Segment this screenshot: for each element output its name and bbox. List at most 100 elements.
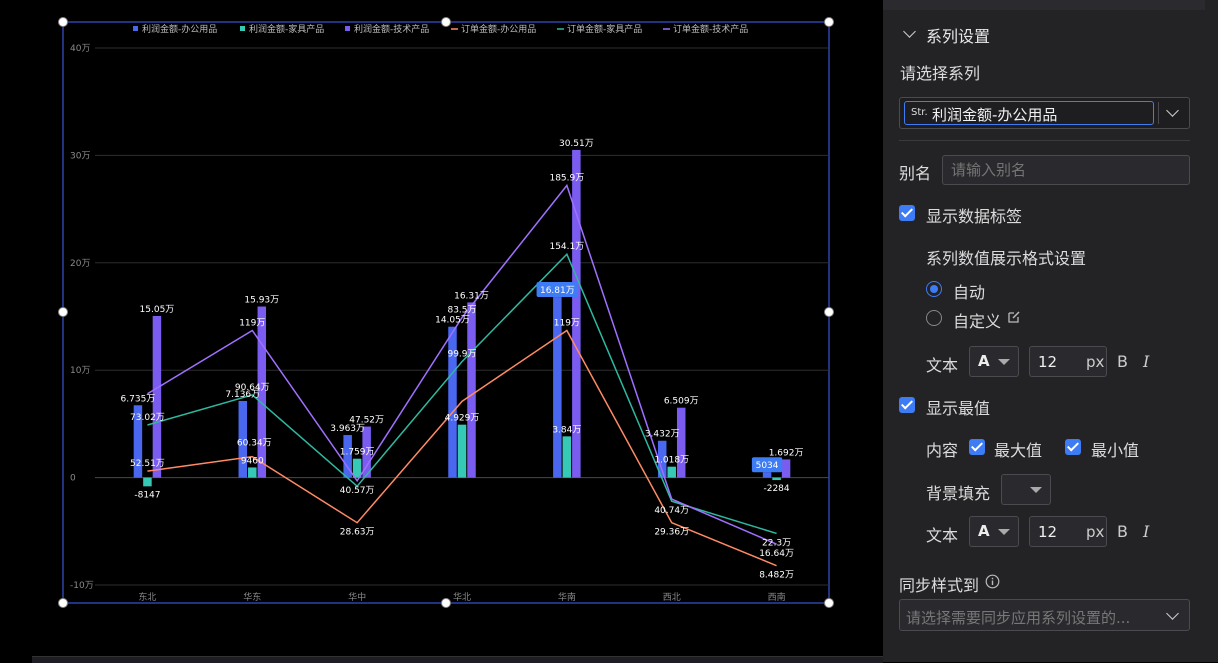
data-label: -8147 [134,490,160,500]
px-unit-2: px [1086,523,1105,541]
show-extreme-checkbox[interactable] [899,397,915,413]
y-tick-label: 30万 [70,151,90,161]
y-tick-label: -10万 [70,581,94,591]
bar [667,466,676,478]
auto-radio[interactable] [926,281,942,297]
bold-button-2[interactable]: B [1117,522,1128,541]
selection-frame [62,21,830,604]
data-label: 1.759万 [340,448,375,458]
data-label: 1.692万 [769,448,804,458]
x-tick-label: 东北 [138,591,156,603]
data-label: 22.3万 [762,538,791,548]
x-tick-label: 华南 [558,591,576,603]
y-tick-label: 10万 [70,366,90,376]
bar [762,472,772,478]
data-label: 119万 [239,318,265,328]
bar [676,407,686,478]
data-label: 119万 [554,318,580,328]
sync-select[interactable]: 请选择需要同步应用系列设置的... [899,599,1190,631]
font-letter: A [978,352,990,370]
data-label: 6.509万 [664,397,699,407]
format-title: 系列数值展示格式设置 [926,249,1087,268]
bold-button[interactable]: B [1117,352,1128,371]
legend-label: 订单金额-家具产品 [567,23,642,35]
bar [143,477,152,487]
max-label: 最大值 [994,441,1043,460]
string-type-tag: Str. [911,107,928,118]
legend-label: 利润金额-技术产品 [354,23,429,35]
divider [899,140,1190,141]
data-label: -2284 [763,484,789,494]
text-style-label: 文本 [926,356,959,375]
alias-input[interactable] [942,155,1190,185]
px-unit: px [1086,353,1105,371]
resize-handle-top[interactable] [441,17,451,27]
show-data-label-text: 显示数据标签 [926,207,1023,226]
legend-swatch [345,26,350,31]
data-label: 16.31万 [454,291,489,301]
settings-panel: 系列设置 请选择系列 Str. 利润金额-办公用品 别名 显示数据标签 系列数值… [883,0,1218,662]
bar [772,477,781,481]
data-label: 3.432万 [645,430,680,440]
chevron-down-icon[interactable] [903,25,916,38]
info-icon[interactable] [985,574,1000,589]
resize-handle-top-left[interactable] [58,17,68,27]
max-checkbox[interactable] [969,439,985,455]
font-color-picker-2[interactable]: A [969,516,1019,547]
resize-handle-top-right[interactable] [824,17,834,27]
data-label: 29.36万 [654,528,689,538]
font-color-picker[interactable]: A [969,346,1019,377]
data-label: 90.64万 [235,383,270,393]
edit-icon[interactable] [1007,310,1021,324]
data-label: 6.735万 [121,394,156,404]
chevron-down-icon[interactable] [1166,104,1179,117]
resize-handle-bottom-right[interactable] [824,598,834,608]
x-tick-label: 西北 [663,592,681,603]
bar [781,459,791,478]
data-label: 15.93万 [244,296,279,306]
caret-down-icon [1030,487,1042,493]
font-size-value-2: 12 [1038,523,1058,541]
select-series-label: 请选择系列 [900,64,981,83]
bg-fill-color-picker[interactable] [1001,474,1051,505]
resize-handle-bottom[interactable] [441,598,451,608]
italic-button[interactable]: I [1143,352,1149,371]
data-label: 30.51万 [559,139,594,149]
font-size-input[interactable]: 12 px [1029,346,1107,377]
data-label: 8.482万 [759,571,794,581]
data-label: 154.1万 [549,242,584,252]
series-select-value: 利润金额-办公用品 [932,106,1058,124]
bg-fill-label: 背景填充 [926,484,991,503]
resize-handle-left[interactable] [58,307,68,317]
min-label: 最小值 [1091,441,1140,460]
resize-handle-bottom-left[interactable] [58,598,68,608]
series-select[interactable]: Str. 利润金额-办公用品 [899,97,1190,129]
bar [248,467,257,478]
font-size-input-2[interactable]: 12 px [1029,516,1107,547]
x-tick-label: 西南 [768,591,786,603]
chevron-down-icon[interactable] [1166,607,1179,620]
legend-label: 利润金额-办公用品 [142,23,217,35]
canvas-area[interactable]: 40万 30万 20万 10万 0 -10万 东北 华东 华中 华北 华南 西北 西南 利润金额-办公用品… [0,0,883,662]
custom-label: 自定义 [953,312,1002,331]
italic-button-2[interactable]: I [1143,522,1149,541]
resize-handle-right[interactable] [824,307,834,317]
data-label: 40.74万 [654,506,689,516]
show-data-label-checkbox[interactable] [899,205,915,221]
data-label: 60.34万 [237,438,272,448]
font-size-value: 12 [1038,353,1058,371]
y-tick-label: 0 [70,474,76,484]
custom-radio[interactable] [926,310,942,326]
text-style-label-2: 文本 [926,526,959,545]
data-label: 52.51万 [130,459,165,469]
caret-down-icon [998,529,1010,535]
data-label: 5034 [756,461,779,471]
min-checkbox[interactable] [1065,439,1081,455]
data-label: 99.9万 [447,350,476,360]
section-title[interactable]: 系列设置 [926,23,990,47]
data-label: 1.018万 [654,456,689,466]
legend-swatch [240,26,245,31]
legend-swatch [133,26,138,31]
auto-label: 自动 [953,283,986,302]
legend-label: 利润金额-家具产品 [249,23,324,35]
